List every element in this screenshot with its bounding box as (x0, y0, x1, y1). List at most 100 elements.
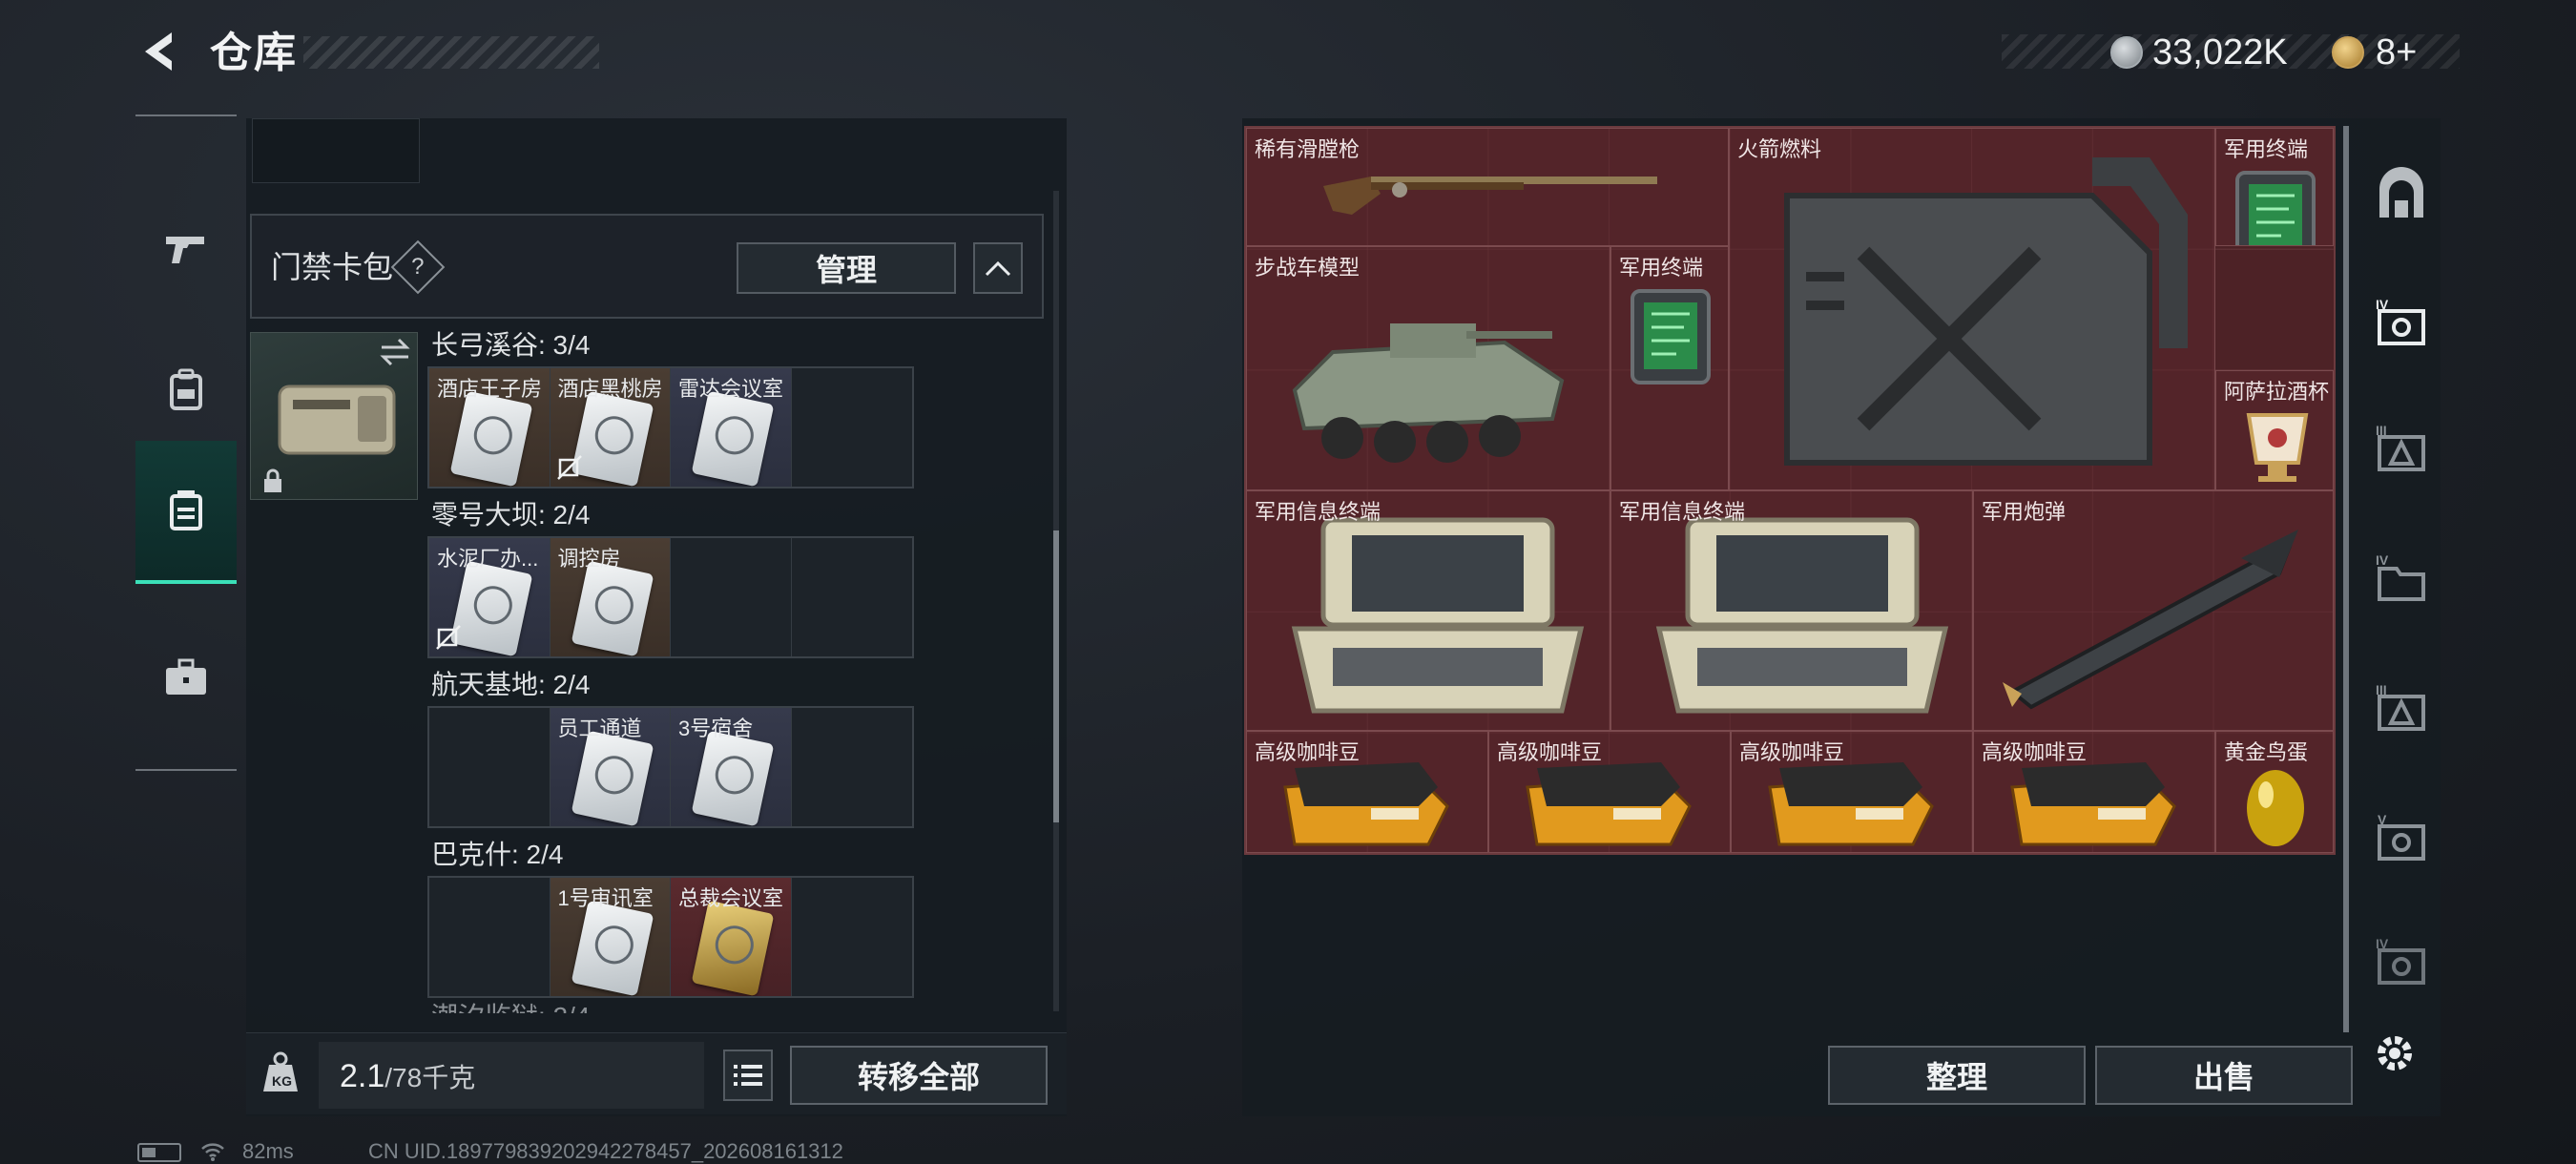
keycard-slot[interactable]: 水泥厂办... (429, 538, 551, 656)
keycard-slot[interactable]: 3号宿舍 (671, 708, 792, 826)
map-label-partial: 潮汐监狱: 2/4 (431, 1000, 590, 1013)
collapse-button[interactable] (973, 242, 1023, 294)
empty-keycard-slot[interactable] (429, 708, 551, 826)
keycard-slot[interactable]: 1号审讯室 (550, 878, 671, 996)
empty-keycard-slot[interactable] (671, 538, 792, 656)
keycard-name: 员工通道 (557, 717, 642, 740)
stash-item-name: 黄金鸟蛋 (2224, 740, 2309, 764)
map-label: 长弓溪谷: 3/4 (431, 330, 591, 360)
keycard-row: 水泥厂办... 调控房 (427, 536, 914, 658)
stash-item-missile[interactable]: 军用炮弹 (1973, 490, 2334, 731)
stash-page-expansion-4a[interactable]: IV (2366, 290, 2437, 361)
stash-item-jerrycan[interactable]: 火箭燃料 (1729, 128, 2215, 490)
previous-item-slot[interactable] (252, 118, 420, 183)
stash-page-expansion-4b[interactable]: IV (2366, 546, 2437, 616)
stash-item-name: 阿萨拉酒杯 (2224, 380, 2330, 404)
empty-keycard-slot[interactable] (791, 878, 912, 996)
ticket-balance: 8+ (2376, 32, 2418, 73)
uid-readout: CN UID.1897798392029422784​57_2026081613… (368, 1139, 843, 1163)
coin-icon (2110, 36, 2143, 69)
transfer-all-button[interactable]: 转移全部 (790, 1046, 1048, 1105)
stash-item-coffee[interactable]: 高级咖啡豆 (1973, 731, 2215, 853)
stash-item-name: 军用终端 (1619, 256, 1704, 280)
stash-item-cup[interactable]: 阿萨拉酒杯 (2215, 370, 2334, 490)
svg-text:KG: KG (272, 1073, 292, 1089)
stash-page-expansion-4c[interactable]: IV (2366, 929, 2437, 1000)
stash-item-laptop-case[interactable]: 军用信息终端 (1246, 490, 1610, 731)
empty-keycard-slot[interactable] (791, 368, 912, 487)
warehouse-icon (2379, 167, 2423, 218)
map-label: 零号大坝: 2/4 (431, 500, 591, 530)
keycard-name: 3号宿舍 (678, 717, 754, 740)
stash-page-expansion-3b[interactable]: III (2366, 676, 2437, 746)
wifi-icon (200, 1141, 225, 1162)
keycard-image (691, 390, 775, 487)
sell-button[interactable]: 出售 (2095, 1046, 2353, 1105)
keycard-row: 员工通道 3号宿舍 (427, 706, 914, 828)
stash-page-expansion-3a[interactable]: III (2366, 416, 2437, 487)
stash-item-terminal[interactable]: 军用终端 (2215, 128, 2334, 246)
keycard-image (691, 730, 775, 826)
keycard-slot[interactable]: 员工通道 (550, 708, 671, 826)
expansion-folder-icon: IV (2376, 552, 2425, 601)
egg-image (2247, 770, 2304, 846)
stash-item-coffee[interactable]: 高级咖啡豆 (1246, 731, 1488, 853)
stash-page-expansion-5[interactable]: V (2366, 805, 2437, 876)
svg-text:IV: IV (2376, 297, 2389, 312)
terminal-image (1631, 289, 1711, 385)
keycard-slot[interactable]: 酒店黑桃房 (550, 368, 671, 487)
empty-keycard-slot[interactable] (791, 708, 912, 826)
pistol-icon (166, 237, 204, 263)
list-view-button[interactable] (723, 1050, 773, 1101)
swap-icon[interactable] (376, 336, 414, 368)
manage-button[interactable]: 管理 (737, 242, 956, 294)
keycard-slot[interactable]: 总裁会议室 (671, 878, 792, 996)
empty-keycard-slot[interactable] (791, 538, 912, 656)
coin-balance: 33,022K (2152, 32, 2288, 73)
stash-scroll-thumb[interactable] (2343, 126, 2349, 1032)
empty-keycard-slot[interactable] (429, 878, 551, 996)
keycard-scroll-thumb[interactable] (1053, 530, 1059, 822)
keycard-name: 酒店王子房 (437, 377, 543, 401)
keycard-image (691, 900, 775, 996)
stash-item-ifv[interactable]: 步战车模型 (1246, 246, 1610, 490)
rail-tab-case[interactable] (135, 607, 237, 750)
laptop-case-image (1291, 517, 1585, 714)
stash-item-coffee[interactable]: 高级咖啡豆 (1731, 731, 1973, 853)
page-title: 仓库 (210, 30, 298, 76)
stash-item-laptop-case[interactable]: 军用信息终端 (1610, 490, 1973, 731)
stash-item-name: 军用终端 (2224, 137, 2309, 161)
stash-item-coffee[interactable]: 高级咖啡豆 (1488, 731, 1731, 853)
weight-unit: /78千克 (384, 1063, 476, 1092)
keycard-bag-icon (170, 490, 202, 530)
briefcase-icon (166, 658, 206, 695)
stash-page-rail: IV III IV III V IV (2360, 126, 2442, 1023)
back-icon[interactable] (134, 27, 181, 76)
keycard-slot[interactable]: 调控房 (550, 538, 671, 656)
sort-button[interactable]: 整理 (1828, 1046, 2086, 1105)
keycard-slot[interactable]: 酒店王子房 (429, 368, 551, 487)
stash-item-name: 高级咖啡豆 (1739, 740, 1845, 764)
keycard-image (571, 390, 654, 487)
weight-value: 2.1/78千克 (340, 1058, 476, 1094)
stash-item-name: 军用信息终端 (1255, 500, 1381, 524)
ifv-image (1292, 323, 1565, 463)
settings-icon[interactable] (2368, 1027, 2421, 1080)
stash-item-musket[interactable]: 稀有滑膛枪 (1246, 128, 1729, 246)
keycard-row: 1号审讯室 总裁会议室 (427, 876, 914, 998)
category-rail (135, 114, 237, 771)
keycard-slot[interactable]: 雷达会议室 (671, 368, 792, 487)
stash-item-terminal[interactable]: 军用终端 (1610, 246, 1729, 490)
list-icon (734, 1065, 762, 1086)
rail-tab-weapons[interactable] (135, 177, 237, 321)
cup-image (2246, 413, 2309, 482)
keycard-row: 酒店王子房 酒店黑桃房 雷达会议室 (427, 366, 914, 488)
stash-item-egg[interactable]: 黄金鸟蛋 (2215, 731, 2334, 853)
keycard-name: 总裁会议室 (678, 886, 784, 910)
svg-text:IV: IV (2376, 552, 2389, 568)
keycard-name: 调控房 (557, 547, 621, 571)
keycard-image (571, 900, 654, 996)
stash-page-main[interactable] (2366, 160, 2437, 231)
expansion-box-icon: V (2378, 812, 2425, 861)
rail-tab-keycard-bag[interactable] (135, 441, 237, 584)
